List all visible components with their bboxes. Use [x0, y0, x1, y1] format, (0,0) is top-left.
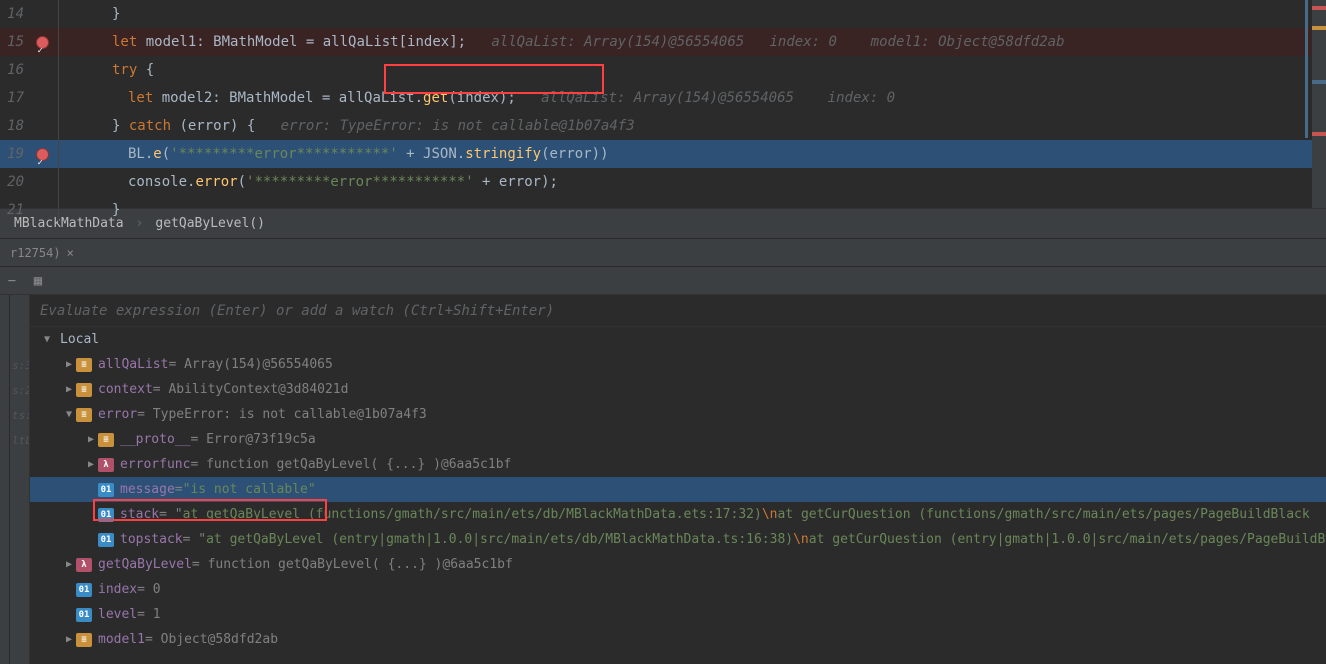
var-value: = TypeError: is not callable@1b07a4f3 — [137, 407, 427, 422]
code-line[interactable]: 14} — [0, 0, 1326, 28]
str-icon: 01 — [76, 608, 92, 622]
var-value: = Error@73f19c5a — [190, 432, 315, 447]
variable-row[interactable]: 01 index = 0 — [30, 577, 1326, 602]
variable-row[interactable]: ≡ allQaList = Array(154)@56554065 — [30, 352, 1326, 377]
lambda-icon: λ — [76, 558, 92, 572]
code-line[interactable]: 19BL.e('*********error***********' + JSO… — [0, 140, 1326, 168]
variable-row[interactable]: 01 level = 1 — [30, 602, 1326, 627]
str-icon: 01 — [98, 508, 114, 522]
minus-icon[interactable]: − — [4, 273, 20, 289]
expand-arrow-icon[interactable] — [62, 359, 76, 370]
debug-tab[interactable]: r12754) × — [0, 239, 84, 266]
var-name: errorfunc — [120, 457, 190, 472]
var-value: = AbilityContext@3d84021d — [153, 382, 349, 397]
frame-item[interactable]: s:2 — [10, 378, 29, 403]
variable-row[interactable]: ≡ context = AbilityContext@3d84021d — [30, 377, 1326, 402]
var-name: Local — [60, 332, 99, 347]
variable-row[interactable]: 01topstack = " at getQaByLevel (entry|gm… — [30, 527, 1326, 552]
var-value: "is not callable" — [183, 482, 316, 497]
var-name: __proto__ — [120, 432, 190, 447]
var-value: = function getQaByLevel( {...} )@6aa5c1b… — [190, 457, 511, 472]
struct-icon: ≡ — [98, 433, 114, 447]
code-line[interactable]: 16try { — [0, 56, 1326, 84]
var-name: level — [98, 607, 137, 622]
var-value: = 0 — [137, 582, 160, 597]
debug-tab-bar: r12754) × — [0, 238, 1326, 266]
expand-arrow-icon[interactable] — [84, 434, 98, 445]
variable-row[interactable]: ≡ __proto__ = Error@73f19c5a — [30, 427, 1326, 452]
var-name: index — [98, 582, 137, 597]
var-name: allQaList — [98, 357, 168, 372]
code-line[interactable]: 20console.error('*********error*********… — [0, 168, 1326, 196]
struct-icon: ≡ — [76, 633, 92, 647]
var-name: message — [120, 482, 175, 497]
code-editor[interactable]: 14}15let model1: BMathModel = allQaList[… — [0, 0, 1326, 208]
str-icon: 01 — [98, 483, 114, 497]
expand-arrow-icon[interactable] — [84, 459, 98, 470]
var-name: getQaByLevel — [98, 557, 192, 572]
frame-item[interactable]: ltL — [10, 428, 29, 453]
debug-toolbar: − ▦ — [0, 266, 1326, 294]
code-line[interactable]: 18} catch (error) { error: TypeError: is… — [0, 112, 1326, 140]
var-value: = function getQaByLevel( {...} )@6aa5c1b… — [192, 557, 513, 572]
variable-row[interactable]: 01message = "is not callable" — [30, 477, 1326, 502]
variable-row[interactable]: λ errorfunc = function getQaByLevel( {...… — [30, 452, 1326, 477]
str-icon: 01 — [98, 533, 114, 547]
var-name: stack — [120, 507, 159, 522]
var-name: model1 — [98, 632, 145, 647]
var-value: = Array(154)@56554065 — [168, 357, 332, 372]
frame-item[interactable]: ts: — [10, 403, 29, 428]
code-line[interactable]: 21} — [0, 196, 1326, 224]
code-line[interactable]: 17let model2: BMathModel = allQaList.get… — [0, 84, 1326, 112]
watch-input[interactable]: Evaluate expression (Enter) or add a wat… — [30, 295, 1326, 327]
var-name: topstack — [120, 532, 183, 547]
struct-icon: ≡ — [76, 383, 92, 397]
variable-row[interactable]: ≡ error = TypeError: is not callable@1b07… — [30, 402, 1326, 427]
watch-placeholder: Evaluate expression (Enter) or add a wat… — [40, 303, 554, 319]
struct-icon: ≡ — [76, 358, 92, 372]
expand-arrow-icon[interactable] — [62, 409, 76, 420]
grid-icon[interactable]: ▦ — [30, 273, 46, 289]
var-value: = Object@58dfd2ab — [145, 632, 278, 647]
struct-icon: ≡ — [76, 408, 92, 422]
variable-row[interactable]: Local — [30, 327, 1326, 352]
lambda-icon: λ — [98, 458, 114, 472]
close-icon[interactable]: × — [67, 246, 74, 260]
expand-arrow-icon[interactable] — [40, 334, 54, 345]
code-line[interactable]: 15let model1: BMathModel = allQaList[ind… — [0, 28, 1326, 56]
var-name: error — [98, 407, 137, 422]
frames-column[interactable]: s:3 s:2 ts: ltL — [10, 295, 30, 664]
var-value: = 1 — [137, 607, 160, 622]
variable-row[interactable]: ≡ model1 = Object@58dfd2ab — [30, 627, 1326, 652]
expand-arrow-icon[interactable] — [62, 634, 76, 645]
expand-arrow-icon[interactable] — [62, 559, 76, 570]
variable-row[interactable]: λ getQaByLevel = function getQaByLevel( {… — [30, 552, 1326, 577]
variable-row[interactable]: 01stack = " at getQaByLevel (functions/g… — [30, 502, 1326, 527]
var-name: context — [98, 382, 153, 397]
frame-item[interactable]: s:3 — [10, 353, 29, 378]
expand-arrow-icon[interactable] — [62, 384, 76, 395]
debug-sidebar-strip — [0, 295, 10, 664]
scrollbar[interactable] — [1312, 0, 1326, 208]
str-icon: 01 — [76, 583, 92, 597]
highlight-box — [384, 64, 604, 94]
tab-label: r12754) — [10, 246, 61, 260]
variables-tree[interactable]: Local ≡ allQaList = Array(154)@56554065 ≡ co… — [30, 327, 1326, 664]
